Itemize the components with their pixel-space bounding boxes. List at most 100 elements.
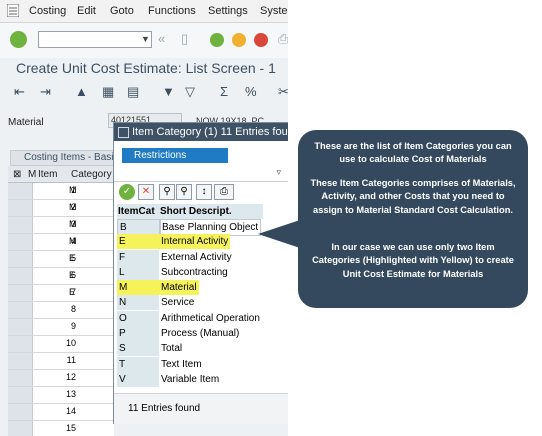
row-selector[interactable]: [8, 302, 33, 318]
callout-pointer: [258, 220, 300, 248]
callout-text-3: In our case we can use only two Item Cat…: [312, 242, 514, 279]
item-category-key: O: [117, 310, 159, 326]
row-selector[interactable]: [8, 353, 33, 369]
cut-icon[interactable]: ✂: [278, 84, 288, 100]
menu-edit[interactable]: Edit: [77, 5, 96, 17]
tab-restrictions[interactable]: Restrictions: [122, 148, 228, 163]
table-row[interactable]: 9: [8, 319, 114, 336]
item-number: 15: [65, 423, 76, 433]
find-icon[interactable]: ⚲: [159, 184, 175, 200]
list-item[interactable]: L Subcontracting: [117, 264, 263, 280]
table-row[interactable]: 6E: [8, 268, 114, 285]
item-category-cell[interactable]: M: [69, 202, 77, 212]
popup-title-bar: Item Category (1) 11 Entries found: [114, 123, 288, 141]
back-arrow-icon[interactable]: ⇤: [14, 84, 25, 100]
row-selector[interactable]: [8, 285, 33, 301]
print-menu-icon[interactable]: ⎙: [214, 184, 234, 200]
item-category-description: Arithmetical Operation: [161, 312, 260, 324]
table-row[interactable]: 5E: [8, 251, 114, 268]
grid-col-item: Item: [38, 169, 58, 180]
print-icon[interactable]: ⎙: [278, 31, 288, 47]
table-row[interactable]: 14: [8, 404, 114, 421]
item-category-key: T: [117, 356, 159, 372]
back-icon[interactable]: ▯: [181, 31, 188, 47]
table-row[interactable]: 4M: [8, 234, 114, 251]
save-icon[interactable]: «: [158, 31, 165, 46]
item-category-cell[interactable]: M: [69, 185, 77, 195]
grid-icon[interactable]: ▤: [127, 84, 139, 100]
row-selector[interactable]: [8, 217, 33, 233]
find-next-icon[interactable]: ⚲: [176, 184, 192, 200]
table-row[interactable]: 11: [8, 353, 114, 370]
row-selector[interactable]: [8, 234, 33, 250]
filter-dropdown-icon[interactable]: ▿: [276, 167, 281, 178]
sort-icon[interactable]: ↕: [196, 184, 212, 200]
subtotal-icon[interactable]: %: [245, 84, 257, 99]
costing-icon[interactable]: ▦: [102, 84, 114, 100]
grid-col-category: Category: [71, 169, 112, 180]
menu-goto[interactable]: Goto: [110, 5, 134, 17]
menu-bar: Costing Edit Goto Functions Settings Sys…: [0, 0, 288, 23]
popup-filter-row: ▿: [114, 167, 288, 182]
enter-button[interactable]: [10, 31, 27, 48]
table-row[interactable]: 7E: [8, 285, 114, 302]
command-field[interactable]: [38, 31, 152, 48]
row-selector[interactable]: [8, 387, 33, 403]
row-selector[interactable]: [8, 370, 33, 386]
item-category-cell[interactable]: M: [69, 219, 77, 229]
filter-icon[interactable]: ▼: [162, 84, 175, 99]
list-item[interactable]: V Variable Item: [117, 371, 263, 387]
row-selector[interactable]: [8, 336, 33, 352]
tab-costing-items[interactable]: Costing Items - Basic: [10, 150, 129, 166]
sum-icon[interactable]: Σ: [220, 84, 228, 99]
list-item[interactable]: S Total: [117, 341, 263, 357]
cancel-button[interactable]: [254, 33, 268, 47]
item-category-cell[interactable]: E: [69, 253, 75, 263]
table-row[interactable]: 12: [8, 370, 114, 387]
item-category-cell[interactable]: E: [69, 287, 75, 297]
exit-button[interactable]: [232, 33, 246, 47]
row-selector[interactable]: [8, 319, 33, 335]
list-item[interactable]: M Material: [117, 280, 263, 296]
table-row[interactable]: 3M: [8, 217, 114, 234]
menu-system[interactable]: Syster: [260, 5, 288, 17]
list-item[interactable]: E Internal Activity: [117, 234, 263, 250]
row-selector[interactable]: [8, 421, 33, 436]
copy-button[interactable]: ✓: [119, 184, 135, 200]
popup-title: Item Category (1) 11 Entries found: [132, 126, 288, 138]
hat-icon[interactable]: ▲: [75, 84, 88, 99]
table-row[interactable]: 13: [8, 387, 114, 404]
callout-text-2: These Item Categories comprises of Mater…: [310, 178, 516, 215]
filter-set-icon[interactable]: ▽: [185, 84, 195, 100]
item-category-cell[interactable]: M: [69, 236, 77, 246]
item-category-description: Variable Item: [161, 373, 220, 385]
command-dropdown-icon[interactable]: ▼: [141, 34, 150, 44]
list-item[interactable]: N Service: [117, 295, 263, 311]
row-selector[interactable]: [8, 268, 33, 284]
row-selector[interactable]: [8, 251, 33, 267]
list-item[interactable]: O Arithmetical Operation: [117, 310, 263, 326]
forward-icon[interactable]: ⇥: [40, 84, 51, 100]
row-selector[interactable]: [8, 200, 33, 216]
row-selector[interactable]: [8, 183, 33, 199]
list-item[interactable]: T Text Item: [117, 356, 263, 372]
item-category-cell[interactable]: E: [69, 270, 75, 280]
item-category-key: S: [117, 341, 159, 357]
list-item[interactable]: F External Activity: [117, 249, 263, 265]
select-all-icon[interactable]: ⊠: [13, 169, 21, 180]
menu-functions[interactable]: Functions: [148, 5, 196, 17]
table-row[interactable]: 2M: [8, 200, 114, 217]
app-menu-icon[interactable]: [7, 4, 19, 17]
item-category-description: Total: [161, 343, 183, 355]
row-selector[interactable]: [8, 404, 33, 420]
menu-costing[interactable]: Costing: [29, 5, 66, 17]
cancel-icon[interactable]: ✕: [138, 184, 154, 200]
list-item[interactable]: B Base Planning Object: [117, 219, 263, 236]
table-row[interactable]: 10: [8, 336, 114, 353]
table-row[interactable]: 15: [8, 421, 114, 436]
list-item[interactable]: P Process (Manual): [117, 326, 263, 342]
table-row[interactable]: 8: [8, 302, 114, 319]
back-button[interactable]: [210, 33, 224, 47]
menu-settings[interactable]: Settings: [208, 5, 248, 17]
table-row[interactable]: 1M: [8, 183, 114, 200]
